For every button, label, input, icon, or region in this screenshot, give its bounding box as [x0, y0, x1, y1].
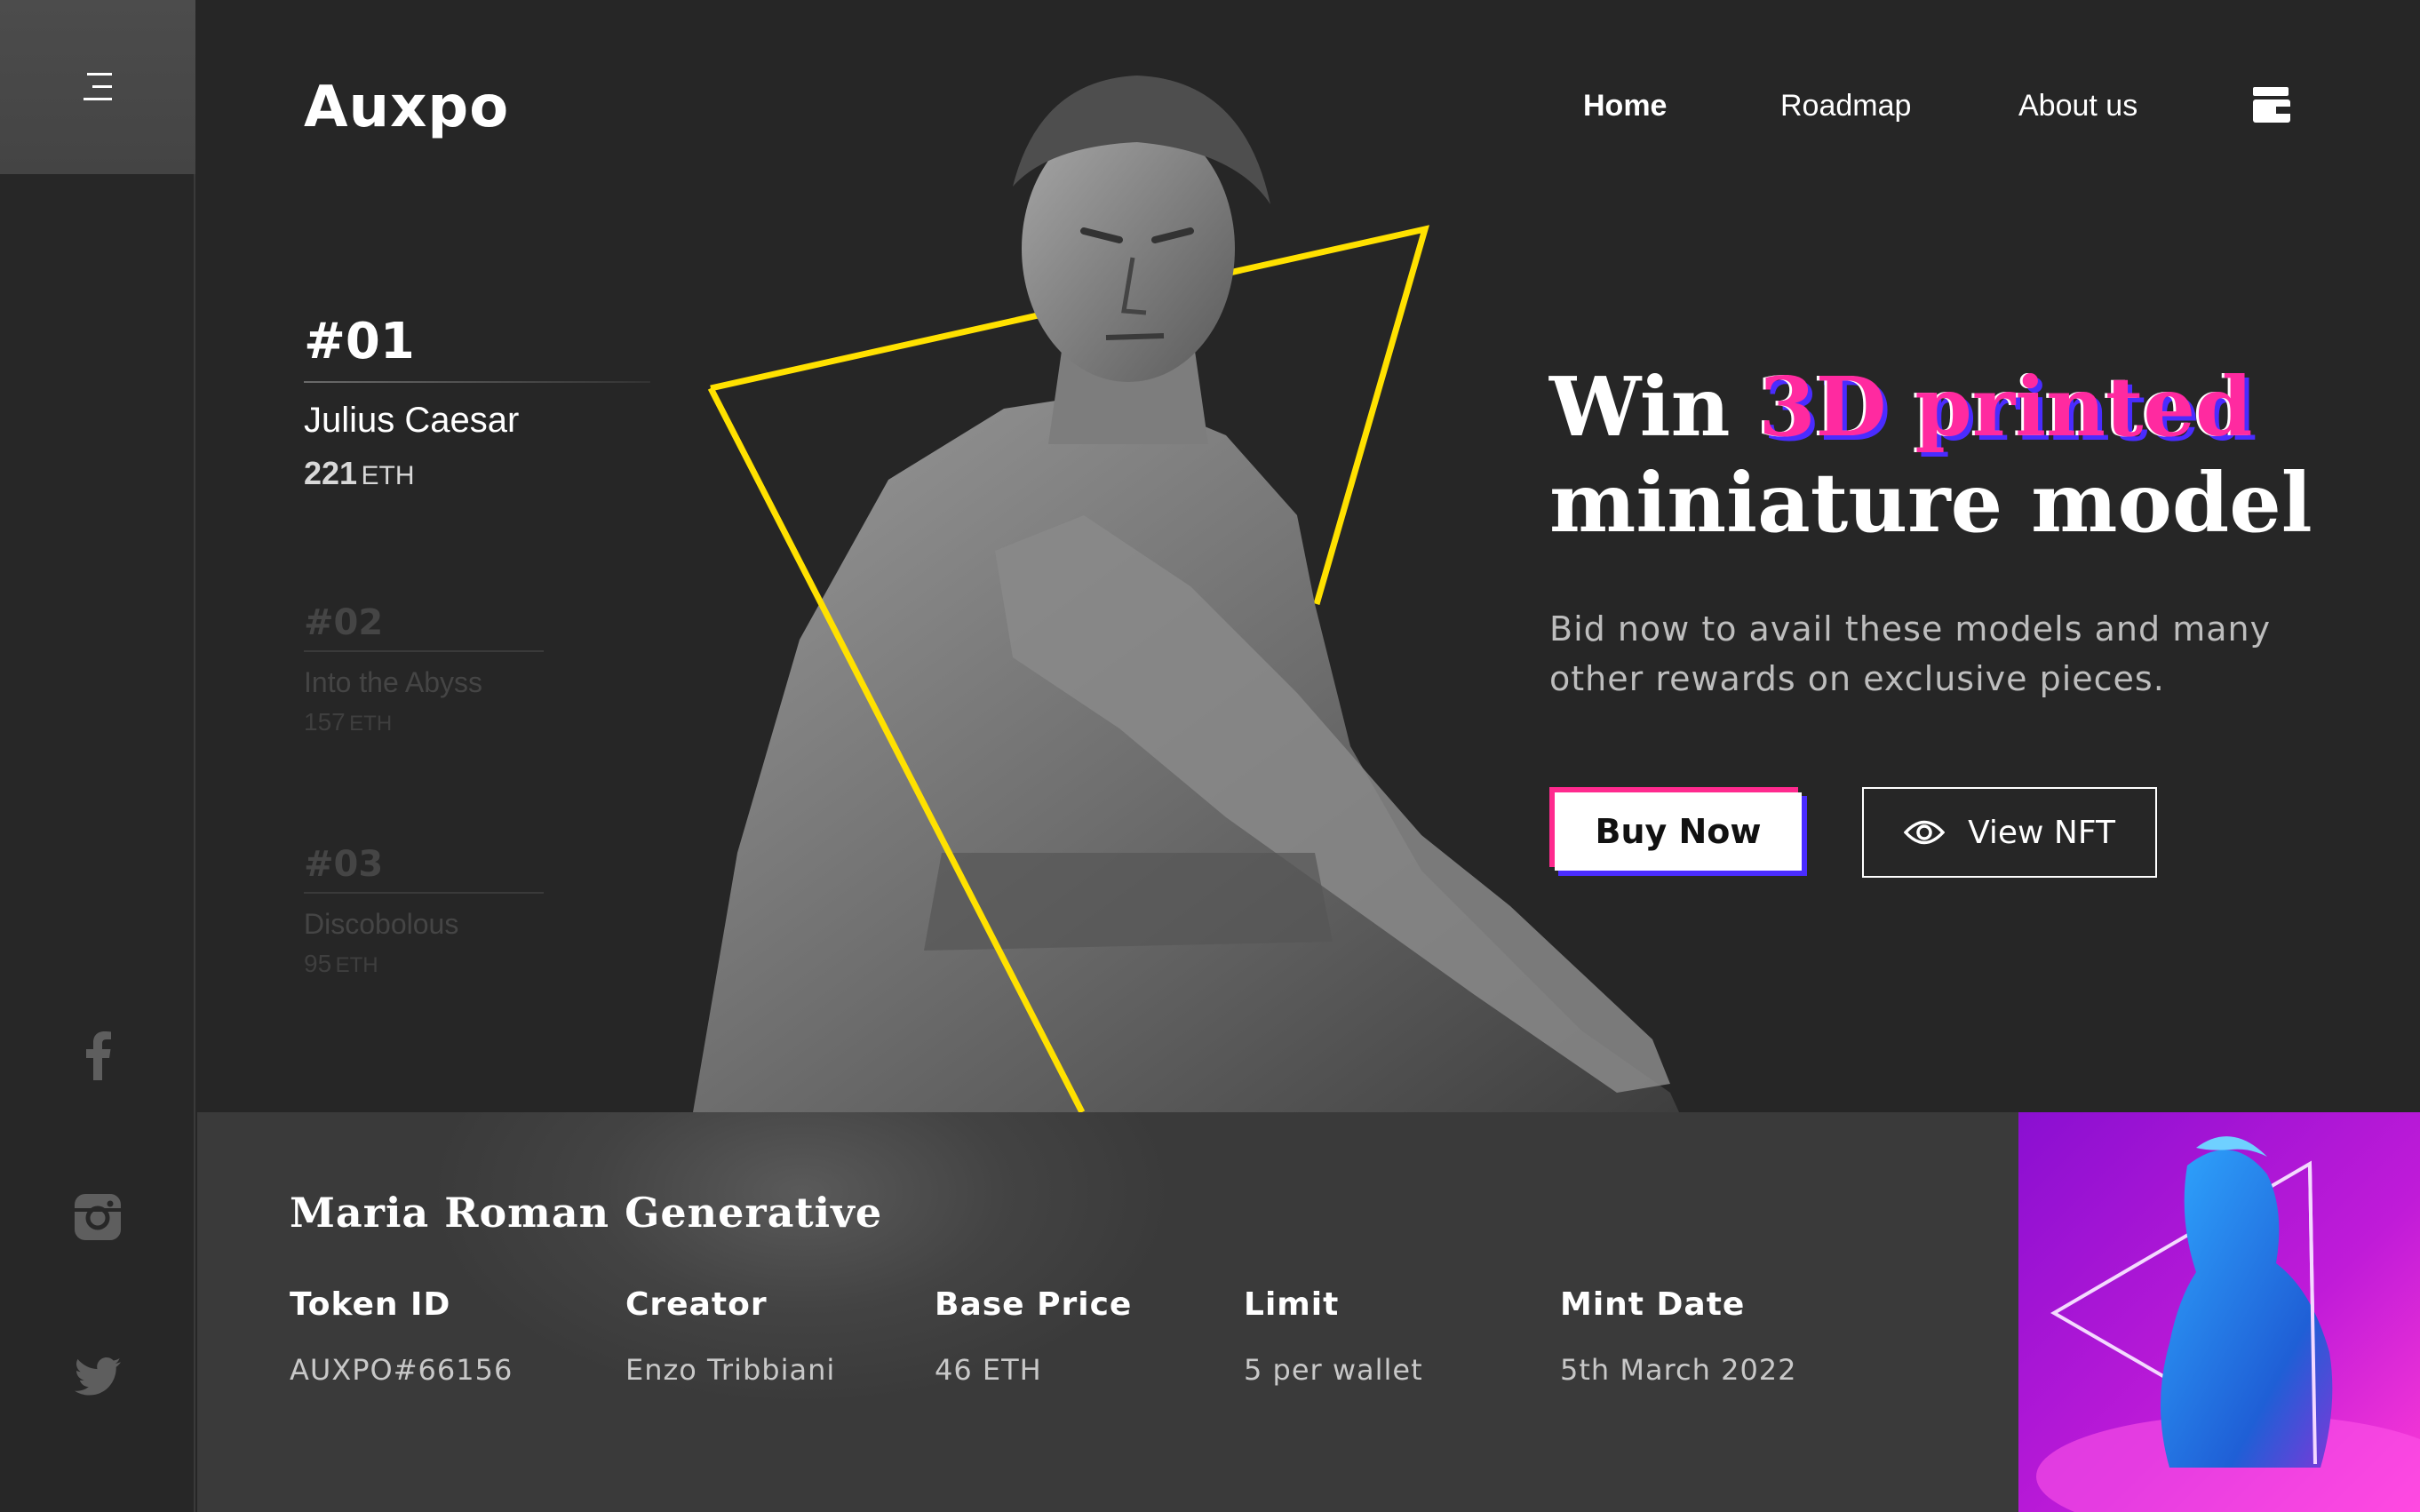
collection-item-1[interactable]: #01 Julius Caesar 221 ETH — [304, 313, 650, 492]
menu-button[interactable] — [0, 0, 195, 174]
statue-artwork — [693, 76, 1679, 1112]
nav-about-us[interactable]: About us — [2018, 89, 2137, 123]
detail-value: Enzo Tribbiani — [625, 1353, 836, 1387]
detail-label: Creator — [625, 1286, 768, 1323]
wallet-icon — [2253, 87, 2290, 123]
item-price-value: 157 — [304, 708, 346, 736]
detail-label: Base Price — [935, 1286, 1133, 1323]
item-price-unit: ETH — [349, 712, 393, 736]
hero-headline: Win 3D printed miniature model — [1549, 359, 2313, 551]
headline-prefix: Win — [1549, 359, 1759, 455]
collection-item-3[interactable]: #03 Discobolous 95 ETH — [304, 844, 544, 978]
detail-base-price: Base Price 46 ETH — [935, 1286, 1132, 1387]
item-price-value: 95 — [304, 950, 332, 977]
detail-label: Limit — [1244, 1286, 1340, 1323]
detail-value: 5th March 2022 — [1560, 1353, 1797, 1387]
details-title: Maria Roman Generative — [290, 1189, 883, 1237]
bust-artwork — [2018, 1112, 2420, 1512]
instagram-icon — [75, 1194, 121, 1240]
instagram-link[interactable] — [0, 1182, 195, 1253]
item-divider — [304, 650, 544, 652]
detail-value: 5 per wallet — [1244, 1353, 1423, 1387]
view-nft-label: View NFT — [1968, 814, 2115, 851]
item-number: #02 — [304, 602, 384, 643]
nav-home[interactable]: Home — [1583, 89, 1667, 123]
twitter-icon — [75, 1357, 121, 1396]
facebook-icon — [86, 1031, 111, 1080]
item-name: Julius Caesar — [304, 401, 520, 440]
headline-accent: 3D printed — [1758, 359, 2253, 455]
buy-now-wrapper: Buy Now — [1549, 787, 1807, 876]
headline-line2: miniature model — [1549, 455, 2313, 551]
detail-label: Token ID — [290, 1286, 451, 1323]
item-price: 157 ETH — [304, 708, 544, 736]
detail-label: Mint Date — [1560, 1286, 1746, 1323]
eye-icon — [1904, 820, 1946, 845]
sidebar — [0, 0, 195, 1512]
hero-subtext: Bid now to avail these models and many o… — [1549, 609, 2272, 698]
nft-details-bar: Maria Roman Generative Token ID AUXPO#66… — [197, 1112, 2018, 1512]
wallet-button[interactable] — [2253, 87, 2290, 127]
menu-icon — [84, 73, 112, 100]
item-name: Into the Abyss — [304, 666, 483, 698]
item-price: 221 ETH — [304, 455, 650, 492]
item-price-value: 221 — [304, 455, 358, 491]
detail-token-id: Token ID AUXPO#66156 — [290, 1286, 513, 1387]
detail-mint-date: Mint Date 5th March 2022 — [1560, 1286, 1797, 1387]
nav-roadmap[interactable]: Roadmap — [1780, 89, 1911, 123]
detail-creator: Creator Enzo Tribbiani — [625, 1286, 835, 1387]
nft-thumbnail[interactable] — [2018, 1112, 2420, 1512]
item-price: 95 ETH — [304, 950, 544, 978]
detail-value: 46 ETH — [935, 1353, 1042, 1387]
detail-limit: Limit 5 per wallet — [1244, 1286, 1423, 1387]
collection-item-2[interactable]: #02 Into the Abyss 157 ETH — [304, 602, 544, 736]
item-divider — [304, 892, 544, 894]
item-divider — [304, 381, 650, 383]
item-name: Discobolous — [304, 908, 459, 940]
item-price-unit: ETH — [361, 461, 415, 490]
twitter-link[interactable] — [0, 1341, 195, 1413]
item-number: #01 — [304, 313, 415, 370]
buy-now-button[interactable]: Buy Now — [1555, 792, 1802, 871]
item-number: #03 — [304, 844, 384, 885]
facebook-link[interactable] — [0, 1020, 195, 1091]
brand-logo[interactable]: Auxpo — [304, 75, 509, 140]
view-nft-button[interactable]: View NFT — [1862, 787, 2157, 878]
detail-value: AUXPO#66156 — [290, 1353, 513, 1387]
item-price-unit: ETH — [335, 953, 378, 977]
